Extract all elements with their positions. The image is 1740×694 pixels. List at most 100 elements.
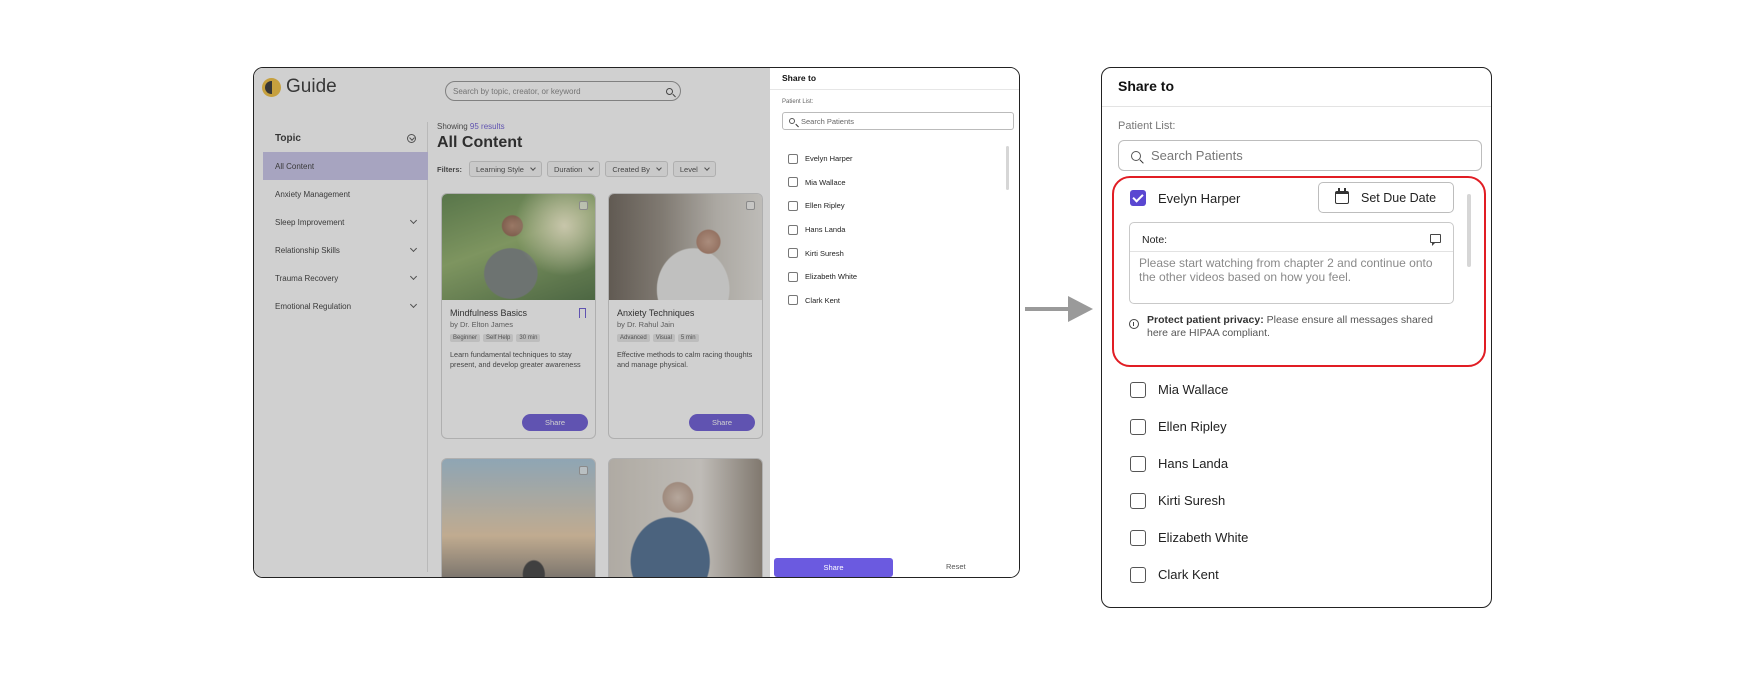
patient-checkbox[interactable] — [788, 271, 798, 282]
card-tags: Beginner Self Help 30 min — [450, 334, 541, 342]
arrow-icon — [1025, 307, 1071, 311]
tag: 5 min — [677, 334, 699, 342]
patient-search-input[interactable]: Search Patients — [782, 112, 1014, 130]
patient-row[interactable]: Evelyn Harper — [788, 147, 857, 171]
chevron-down-icon — [703, 164, 710, 171]
logo[interactable]: Guide — [262, 76, 337, 98]
patient-checkbox[interactable] — [1130, 381, 1146, 398]
patient-name: Elizabeth White — [1158, 530, 1249, 545]
content-card-therapy[interactable] — [608, 458, 763, 577]
patient-row[interactable]: Hans Landa — [1130, 445, 1248, 482]
topic-heading: Topic — [275, 132, 301, 144]
collapse-icon[interactable] — [407, 133, 416, 143]
sidebar-item-all-content[interactable]: All Content — [263, 152, 428, 180]
patient-checkbox[interactable] — [788, 295, 798, 306]
card-description: Learn fundamental techniques to stay pre… — [450, 350, 581, 369]
patient-checkbox[interactable] — [1130, 492, 1146, 509]
patient-checkbox[interactable] — [788, 177, 798, 188]
message-icon — [1430, 234, 1441, 246]
patient-row-selected[interactable]: Evelyn Harper — [1130, 190, 1240, 206]
filters-label: Filters: — [437, 164, 463, 174]
search-placeholder: Search by topic, creator, or keyword — [453, 86, 581, 96]
card-select-checkbox[interactable] — [579, 201, 588, 210]
topic-header[interactable]: Topic — [263, 127, 428, 149]
card-image — [609, 194, 762, 300]
patient-checkbox-checked[interactable] — [1130, 190, 1146, 206]
sidebar-item-label: Relationship Skills — [275, 245, 340, 255]
patient-name: Hans Landa — [1158, 456, 1229, 471]
set-due-date-button[interactable]: Set Due Date — [1318, 182, 1454, 213]
main-content: Showing 95 results All Content Filters: … — [437, 120, 770, 577]
filter-label: Created By — [612, 164, 650, 174]
content-card-sunset[interactable] — [441, 458, 596, 577]
note-text: Please start watching from chapter 2 and… — [1139, 256, 1433, 284]
showing-prefix: Showing — [437, 122, 468, 131]
chevron-down-icon — [530, 164, 536, 171]
patient-name: Mia Wallace — [805, 177, 846, 187]
patient-checkbox[interactable] — [788, 248, 798, 259]
patient-list: Evelyn Harper Mia Wallace Ellen Ripley H… — [788, 147, 857, 312]
patient-checkbox[interactable] — [1130, 529, 1146, 546]
card-select-checkbox[interactable] — [746, 201, 755, 210]
tag: 30 min — [516, 334, 541, 342]
card-share-button[interactable]: Share — [689, 414, 755, 431]
calendar-icon — [1335, 188, 1349, 204]
patient-row[interactable]: Hans Landa — [788, 218, 857, 242]
filter-created-by[interactable]: Created By — [605, 161, 668, 177]
note-textarea[interactable]: Note: Please start watching from chapter… — [1129, 222, 1454, 304]
top-bar: Guide Search by topic, creator, or keywo… — [254, 68, 770, 114]
search-placeholder: Search Patients — [801, 116, 854, 126]
filter-label: Duration — [553, 164, 583, 174]
results-count: 95 results — [469, 122, 505, 131]
patient-row[interactable]: Ellen Ripley — [1130, 408, 1248, 445]
patient-checkbox[interactable] — [788, 200, 798, 211]
share-button[interactable]: Share — [774, 558, 893, 577]
filter-duration[interactable]: Duration — [546, 161, 601, 177]
patient-name: Kirti Suresh — [805, 248, 844, 258]
arrow-head-icon — [1068, 296, 1093, 322]
patient-row[interactable]: Clark Kent — [1130, 556, 1248, 593]
search-icon[interactable] — [666, 87, 673, 95]
global-search-input[interactable]: Search by topic, creator, or keyword — [445, 81, 681, 101]
patient-row[interactable]: Mia Wallace — [788, 171, 857, 195]
patient-checkbox[interactable] — [788, 153, 798, 164]
patient-name: Elizabeth White — [805, 272, 858, 282]
patient-row[interactable]: Ellen Ripley — [788, 194, 857, 218]
privacy-notice: Protect patient privacy: Please ensure a… — [1129, 314, 1447, 340]
filter-learning-style[interactable]: Learning Style — [469, 161, 542, 177]
bookmark-icon[interactable] — [579, 308, 586, 318]
reset-button[interactable]: Reset — [946, 562, 966, 571]
chevron-down-icon — [409, 272, 418, 281]
sidebar-item-anxiety-management[interactable]: Anxiety Management — [263, 180, 428, 208]
card-share-button[interactable]: Share — [522, 414, 588, 431]
sidebar-item-sleep-improvement[interactable]: Sleep Improvement — [263, 208, 428, 236]
tag: Self Help — [483, 334, 514, 342]
patient-row[interactable]: Clark Kent — [788, 289, 857, 313]
sidebar-item-emotional-regulation[interactable]: Emotional Regulation — [263, 292, 428, 320]
sidebar-item-relationship-skills[interactable]: Relationship Skills — [263, 236, 428, 264]
card-select-checkbox[interactable] — [579, 466, 588, 475]
patient-checkbox[interactable] — [1130, 566, 1146, 583]
filter-level[interactable]: Level — [672, 161, 716, 177]
results-summary: Showing 95 results — [437, 122, 505, 131]
patient-row[interactable]: Mia Wallace — [1130, 371, 1248, 408]
patient-row[interactable]: Elizabeth White — [788, 265, 857, 289]
patient-checkbox[interactable] — [1130, 455, 1146, 472]
patient-checkbox[interactable] — [788, 224, 798, 235]
patient-name: Hans Landa — [805, 225, 846, 235]
patient-row[interactable]: Elizabeth White — [1130, 519, 1248, 556]
chevron-down-icon — [588, 164, 595, 171]
content-library: Guide Search by topic, creator, or keywo… — [254, 68, 770, 577]
sidebar-item-trauma-recovery[interactable]: Trauma Recovery — [263, 264, 428, 292]
patient-checkbox[interactable] — [1130, 418, 1146, 435]
patient-search-input[interactable]: Search Patients — [1118, 140, 1482, 171]
content-card-anxiety[interactable]: Anxiety Techniques by Dr. Rahul Jain Adv… — [608, 193, 763, 439]
scrollbar[interactable] — [1006, 146, 1009, 190]
patient-row[interactable]: Kirti Suresh — [788, 241, 857, 265]
content-card-mindfulness[interactable]: Mindfulness Basics by Dr. Elton James Be… — [441, 193, 596, 439]
divider — [770, 89, 1019, 90]
patient-name: Mia Wallace — [1158, 382, 1229, 397]
patient-row[interactable]: Kirti Suresh — [1130, 482, 1248, 519]
scrollbar[interactable] — [1467, 194, 1471, 267]
patient-name: Evelyn Harper — [1158, 190, 1241, 206]
